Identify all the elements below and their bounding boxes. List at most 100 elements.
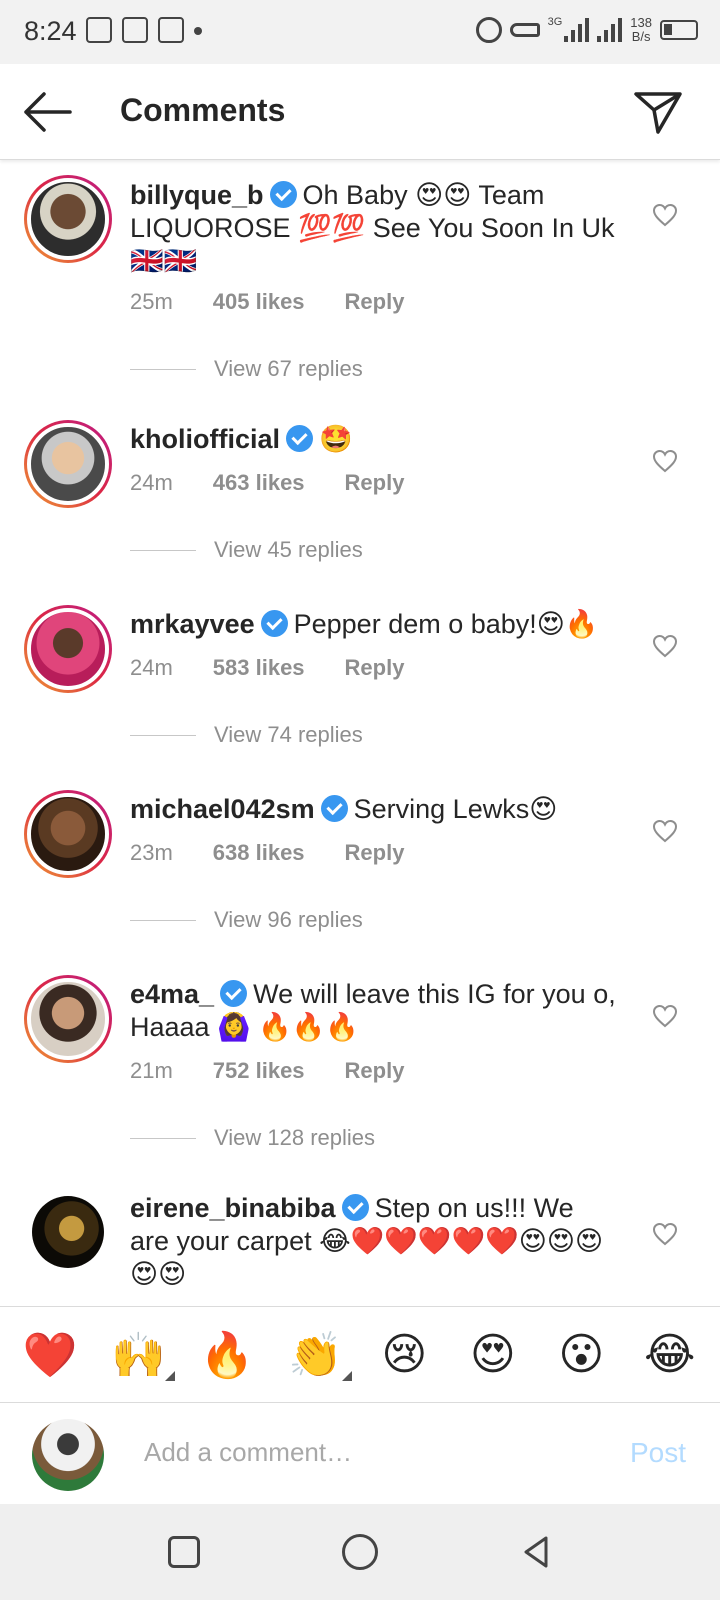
comment-text: eirene_binabiba Step on us!!! We are your… [130,1192,620,1291]
network-type: 3G [547,16,563,28]
comment-username[interactable]: e4ma_ [130,979,214,1009]
avatar [27,608,109,690]
comment-username[interactable]: michael042sm [130,794,315,824]
direct-message-icon[interactable] [632,88,684,136]
home-icon[interactable] [342,1534,378,1570]
comments-list[interactable]: billyque_b Oh Baby 😍😍 Team LIQUOROSE 💯💯 S… [0,161,720,1306]
divider-line [130,549,196,551]
reaction-heart-eyes-icon[interactable]: 😍 [453,1329,533,1380]
reply-button[interactable]: Reply [345,289,405,315]
avatar-ring[interactable] [24,605,112,693]
comment-text: e4ma_ We will leave this IG for you o, Ha… [130,978,620,1044]
share-icon [122,17,148,43]
verified-badge-icon [269,181,297,208]
comment-time: 23m [130,840,173,865]
status-right: 3G 138 B/s [475,15,698,44]
signal-icon [564,18,590,42]
header: Comments [0,64,720,160]
like-heart-icon[interactable] [652,819,678,843]
news-icon [86,17,112,43]
likes-count[interactable]: 752 likes [213,1058,305,1084]
avatar [27,978,109,1060]
page-title: Comments [120,92,286,128]
comment-meta: 24m 463 likes Reply [130,470,404,496]
divider-line [130,919,196,921]
notification-icons [86,17,202,43]
reply-button[interactable]: Reply [345,655,405,681]
avatar [27,423,109,505]
like-heart-icon[interactable] [652,634,678,658]
status-time: 8:24 [24,16,77,46]
back-triangle-icon[interactable] [518,1534,554,1570]
likes-count[interactable]: 638 likes [213,840,305,866]
view-replies-button[interactable]: View 96 replies [130,907,363,933]
comment-meta: 23m 638 likes Reply [130,840,404,866]
verified-badge-icon [286,425,314,452]
skin-tone-indicator-icon [164,1370,175,1381]
verified-badge-icon [320,795,348,822]
like-heart-icon[interactable] [652,1222,678,1246]
comment-meta: 24m 583 likes Reply [130,655,404,681]
avatar [27,178,109,260]
network-speed: 138 B/s [630,15,652,44]
current-user-avatar [32,1419,104,1491]
vpn-key-icon [509,23,540,37]
recent-apps-icon[interactable] [168,1536,200,1568]
status-bar: 8:24 3G 138 B/s [0,0,720,64]
comment-body: 🤩 [319,424,353,454]
reaction-laughing-face-icon[interactable]: 😂 [630,1329,710,1380]
comment-composer: Add a comment… Post [0,1402,720,1504]
verified-badge-icon [341,1194,369,1221]
divider-line [130,1137,196,1139]
avatar-ring[interactable] [24,790,112,878]
avatar[interactable] [32,1196,104,1268]
skin-tone-indicator-icon [341,1370,352,1381]
comment-time: 24m [130,470,173,495]
comment-input[interactable]: Add a comment… [144,1437,352,1468]
avatar-ring[interactable] [24,175,112,263]
comment-time: 24m [130,655,173,680]
share-icon [158,17,184,43]
reaction-heart-icon[interactable]: ❤️ [10,1329,90,1381]
avatar-ring[interactable] [24,420,112,508]
comment-body: Pepper dem o baby!😍🔥 [293,609,599,639]
like-heart-icon[interactable] [652,203,678,227]
post-button[interactable]: Post [630,1437,686,1469]
view-replies-button[interactable]: View 67 replies [130,356,363,382]
alarm-icon [475,17,502,43]
back-arrow-icon[interactable] [22,88,74,136]
comment-body: Serving Lewks😍 [353,794,558,824]
reaction-clap-icon[interactable]: 👏 [276,1329,356,1381]
avatar [27,793,109,875]
comment-text: billyque_b Oh Baby 😍😍 Team LIQUOROSE 💯💯 S… [130,179,620,278]
likes-count[interactable]: 463 likes [213,470,305,496]
divider-line [130,734,196,736]
reaction-crying-face-icon[interactable]: 😢 [364,1329,444,1380]
comment-time: 21m [130,1058,173,1083]
view-replies-button[interactable]: View 45 replies [130,537,363,563]
comment-meta: 21m 752 likes Reply [130,1058,404,1084]
comment-time: 25m [130,289,173,314]
reply-button[interactable]: Reply [345,470,405,496]
reaction-surprised-face-icon[interactable]: 😮 [541,1329,621,1380]
likes-count[interactable]: 583 likes [213,655,305,681]
verified-badge-icon [220,980,248,1007]
like-heart-icon[interactable] [652,449,678,473]
comment-username[interactable]: mrkayvee [130,609,255,639]
comment-username[interactable]: eirene_binabiba [130,1193,336,1223]
comment-text: mrkayvee Pepper dem o baby!😍🔥 [130,608,620,641]
reply-button[interactable]: Reply [345,840,405,866]
view-replies-button[interactable]: View 128 replies [130,1125,375,1151]
reaction-raised-hands-icon[interactable]: 🙌 [99,1329,179,1381]
view-replies-button[interactable]: View 74 replies [130,722,363,748]
avatar-ring[interactable] [24,975,112,1063]
reaction-fire-icon[interactable]: 🔥 [187,1329,267,1381]
like-heart-icon[interactable] [652,1004,678,1028]
reply-button[interactable]: Reply [345,1058,405,1084]
divider-line [130,368,196,370]
likes-count[interactable]: 405 likes [213,289,305,315]
comment-username[interactable]: billyque_b [130,180,264,210]
signal-icon [597,18,623,42]
verified-badge-icon [260,610,288,637]
comment-username[interactable]: kholiofficial [130,424,280,454]
